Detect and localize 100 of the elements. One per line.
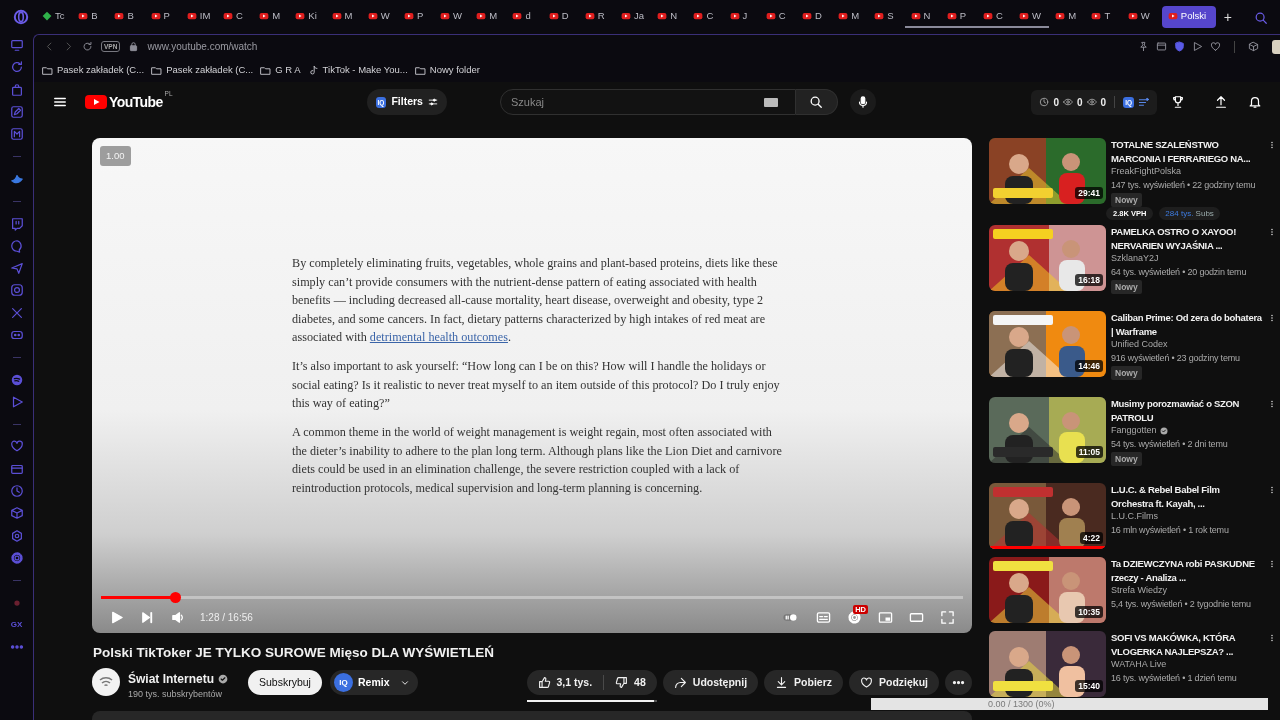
circle-icon[interactable]	[9, 372, 24, 387]
pin-icon[interactable]	[1138, 41, 1149, 52]
channel-name[interactable]: WATAHA Live	[1111, 658, 1167, 672]
browser-tab[interactable]: M	[253, 6, 290, 28]
search-icon[interactable]	[1254, 10, 1268, 25]
browser-tab[interactable]: W	[1013, 6, 1050, 28]
video-title[interactable]: Caliban Prime: Od zera do bohatera | Warframe	[1111, 311, 1263, 338]
video-title[interactable]: SOFI VS MAKÓWKA, KTÓRA VLOGERKA NAJLEPSZA? ...	[1111, 631, 1263, 658]
browser-tab[interactable]: C	[687, 6, 724, 28]
video-title[interactable]: TOTALNE SZALEŃSTWO MARCONIA I FERRARIEGO NA...	[1111, 138, 1263, 165]
clock-icon[interactable]	[9, 484, 24, 499]
video-title[interactable]: Musimy porozmawiać o SZON PATROLU	[1111, 397, 1263, 424]
browser-tab[interactable]: W	[361, 6, 398, 28]
channel-name[interactable]: Strefa Wiedzy	[1111, 584, 1168, 598]
browser-tab[interactable]: P	[940, 6, 977, 28]
gamepad-icon[interactable]	[9, 328, 24, 342]
thanks-button[interactable]: Podziękuj	[849, 670, 939, 696]
browser-tab[interactable]: Tc	[36, 6, 73, 28]
browser-tab[interactable]: P	[397, 6, 435, 28]
channel-name[interactable]: FreakFightPolska	[1111, 165, 1182, 179]
browser-tab[interactable]: W	[1121, 6, 1158, 28]
bookmark-item[interactable]: Pasek zakładek (C...	[151, 62, 261, 78]
browser-tab[interactable]: Ja	[615, 6, 652, 28]
menu-button[interactable]	[53, 95, 67, 109]
channel-name[interactable]: Świat Internetu	[128, 670, 214, 689]
search-field[interactable]: Szukaj	[499, 89, 796, 115]
ring-icon[interactable]	[13, 9, 29, 25]
video-title[interactable]: Ta DZIEWCZYNA robi PASKUDNE rzeczy - Analiza ...	[1111, 557, 1263, 584]
refresh-icon[interactable]	[9, 60, 24, 75]
monitor-icon[interactable]	[9, 38, 24, 53]
like-button[interactable]: 3,1 tys.	[526, 670, 604, 696]
browser-tab[interactable]: N	[904, 6, 941, 28]
browser-tab[interactable]: C	[976, 6, 1014, 28]
bookmark-item[interactable]: Pasek zakładek (C...	[42, 62, 152, 78]
profile-icon[interactable]	[1272, 39, 1280, 54]
square-icon[interactable]	[9, 127, 24, 142]
browser-tab[interactable]: M	[1049, 6, 1086, 28]
shield-icon[interactable]	[1174, 41, 1185, 52]
search-button[interactable]	[795, 89, 838, 115]
browser-tab[interactable]: W	[434, 6, 471, 28]
download-button[interactable]: Pobierz	[764, 670, 843, 696]
subscribe-button[interactable]: Subskrybuj	[248, 670, 322, 696]
share-button[interactable]: Udostępnij	[662, 670, 759, 696]
browser-tab[interactable]: B	[108, 6, 145, 28]
upload-button[interactable]	[1214, 95, 1228, 109]
channel-avatar[interactable]	[92, 668, 120, 697]
remix-button[interactable]: IQ Remix	[329, 670, 419, 696]
browser-tab[interactable]: B	[72, 6, 109, 28]
video-title[interactable]: PAMELKA OSTRO O XAYOO! NERVARIEN WYJAŚNIA ...	[1111, 225, 1263, 252]
heart-icon[interactable]	[9, 439, 24, 454]
camera-icon[interactable]	[9, 283, 24, 298]
chat-icon[interactable]	[9, 216, 24, 231]
channel-name[interactable]: Fanggotten	[1111, 424, 1157, 438]
channel-name[interactable]: SzklanaY2J	[1111, 252, 1159, 266]
heart-icon[interactable]	[1210, 41, 1221, 52]
hexagon-icon[interactable]	[9, 528, 24, 543]
snapshot-icon[interactable]	[1156, 41, 1167, 52]
scrubber-handle[interactable]	[170, 591, 182, 603]
reload-icon[interactable]	[82, 41, 93, 52]
bag-icon[interactable]	[9, 82, 24, 97]
play-icon[interactable]	[1192, 41, 1203, 52]
send-icon[interactable]	[9, 261, 24, 276]
cube-icon[interactable]	[9, 506, 24, 521]
trophy-button[interactable]	[1171, 95, 1185, 109]
video-title[interactable]: L.U.C. & Rebel Babel Film Orchestra ft. Kayah, ...	[1111, 483, 1263, 510]
logo-text[interactable]: YouTube	[109, 91, 163, 113]
bookmark-item[interactable]: G R A	[260, 62, 308, 78]
cube-icon[interactable]	[1248, 41, 1259, 52]
browser-tab[interactable]: IM	[180, 6, 217, 28]
browser-tab[interactable]: Ki	[289, 6, 326, 28]
browser-tab[interactable]: T	[1085, 6, 1122, 28]
browser-tab[interactable]: M	[470, 6, 507, 28]
bookmark-item[interactable]: Nowy folder	[414, 62, 487, 78]
browser-tab[interactable]: M	[325, 6, 362, 28]
notifications-button[interactable]	[1248, 95, 1262, 109]
browser-tab[interactable]: D	[795, 6, 833, 28]
browser-tab[interactable]: C	[759, 6, 796, 28]
channel-name[interactable]: L.U.C.Films	[1111, 510, 1158, 524]
more-button[interactable]	[945, 670, 972, 696]
browser-tab[interactable]: C	[216, 6, 254, 28]
dislike-button[interactable]: 48	[604, 670, 657, 696]
browser-tab[interactable]: D	[542, 6, 579, 28]
speech-bubble-icon[interactable]	[9, 238, 24, 253]
browser-tab[interactable]: R	[578, 6, 615, 28]
browser-tab[interactable]: S	[868, 6, 905, 28]
new-tab-button[interactable]: +	[1217, 6, 1238, 28]
logo-icon[interactable]	[85, 94, 107, 110]
x-icon[interactable]	[9, 305, 24, 320]
address-url[interactable]: www.youtube.com/watch	[147, 39, 258, 54]
browser-tab[interactable]: Polski	[1161, 6, 1216, 28]
bookmark-item[interactable]: TikTok - Make You...	[307, 62, 415, 78]
browser-tab[interactable]: J	[723, 6, 760, 28]
article-link[interactable]: detrimental health outcomes	[369, 330, 508, 344]
browser-tab[interactable]: N	[651, 6, 688, 28]
list-icon[interactable]	[1138, 96, 1149, 108]
browser-tab[interactable]: M	[832, 6, 869, 28]
channel-name[interactable]: Unified Codex	[1111, 338, 1168, 352]
browser-tab[interactable]: d	[506, 6, 543, 28]
microphone-button[interactable]	[849, 89, 876, 115]
settings-icon[interactable]	[9, 550, 24, 565]
